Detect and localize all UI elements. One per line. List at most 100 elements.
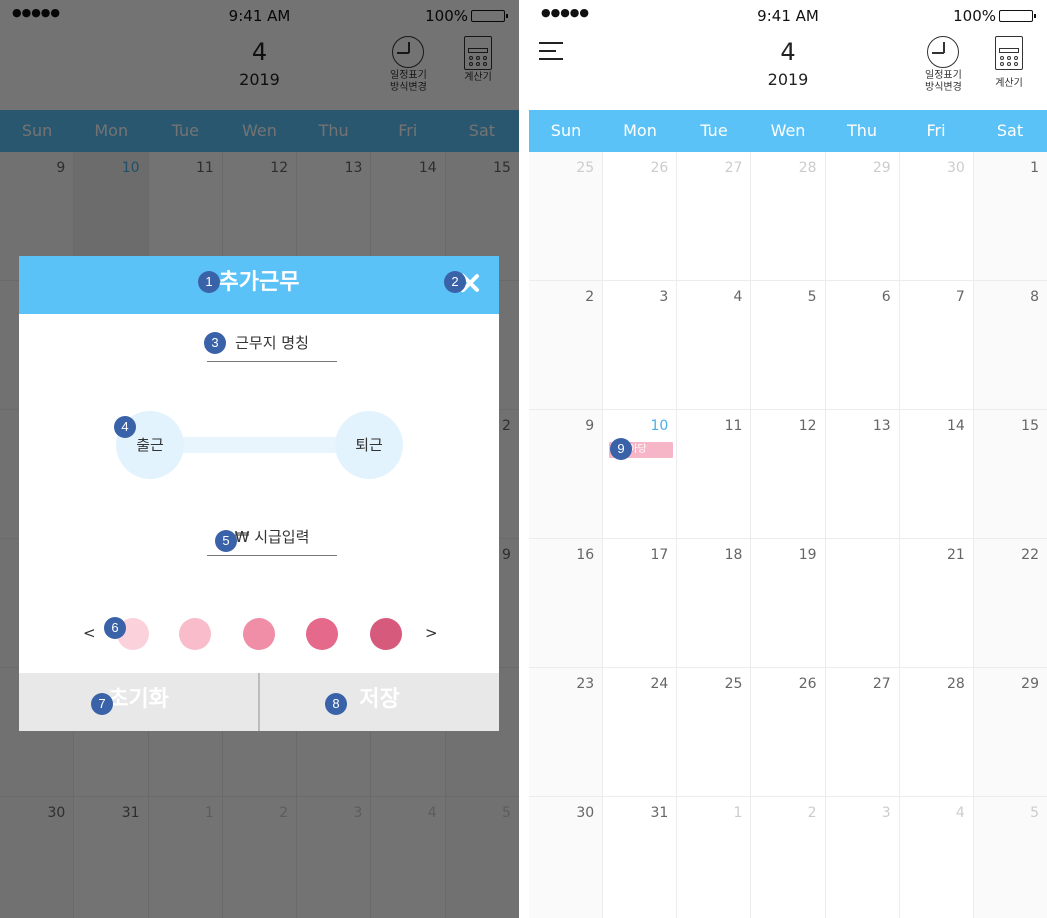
day-number: 8 <box>1030 289 1039 305</box>
battery-percent: 100% <box>953 7 996 25</box>
view-toggle-button[interactable]: 일정표기 방식변경 <box>925 36 962 94</box>
day-number: 25 <box>576 160 595 176</box>
day-number: 26 <box>798 676 817 692</box>
year-label: 2019 <box>767 70 809 89</box>
color-swatch[interactable] <box>370 618 402 650</box>
day-number: 28 <box>947 676 965 692</box>
annotation-marker: 7 <box>91 693 113 715</box>
calendar-week: 2 3 4 5 6 7 8 <box>529 281 1047 410</box>
annotation-marker: 5 <box>215 530 237 552</box>
calendar-day[interactable]: 31 <box>603 797 678 918</box>
chevron-right-icon[interactable]: > <box>425 624 438 642</box>
day-number: 21 <box>947 547 965 563</box>
calendar-day[interactable]: 2 <box>529 281 604 409</box>
calendar-day[interactable] <box>826 539 900 667</box>
calendar-day[interactable]: 28 <box>900 668 974 796</box>
weekday-label: Sat <box>996 121 1024 140</box>
calendar-header: 4 2019 일정표기 방식변경 계산기 <box>529 32 1047 110</box>
month-label: 4 <box>780 38 796 66</box>
calendar-day[interactable]: 29 <box>973 668 1047 796</box>
calendar-day[interactable]: 3 <box>826 797 900 918</box>
modal-header: 추가근무 <box>19 256 499 314</box>
color-swatch[interactable] <box>179 618 211 650</box>
battery-status: 100% <box>953 7 1036 25</box>
calendar-day[interactable]: 19 <box>751 539 826 667</box>
calculator-button[interactable]: 계산기 <box>995 36 1023 90</box>
clock-out-button[interactable]: 퇴근 <box>335 411 403 479</box>
calendar-day[interactable]: 1 <box>973 152 1047 280</box>
day-number: 10 <box>650 418 669 434</box>
color-swatch[interactable] <box>243 618 275 650</box>
modal-title: 추가근무 <box>218 270 300 295</box>
day-number: 2 <box>807 805 817 821</box>
calendar-day[interactable]: 14 <box>900 410 974 538</box>
day-number: 29 <box>1021 676 1039 692</box>
calendar-day[interactable]: 22 <box>973 539 1047 667</box>
day-number: 13 <box>872 418 891 434</box>
day-number: 16 <box>576 547 595 563</box>
day-number: 5 <box>1030 805 1039 821</box>
calendar-day[interactable]: 10 위아당 <box>603 410 678 538</box>
day-number: 4 <box>733 289 743 305</box>
view-toggle-label: 일정표기 방식변경 <box>925 70 962 93</box>
day-number: 31 <box>650 805 669 821</box>
day-number: 2 <box>585 289 595 305</box>
day-number: 12 <box>798 418 817 434</box>
calendar-day[interactable]: 26 <box>751 668 826 796</box>
calendar-day[interactable]: 28 <box>751 152 826 280</box>
calendar-day[interactable]: 11 <box>677 410 752 538</box>
calendar-day[interactable]: 2 <box>751 797 826 918</box>
day-number: 1 <box>1030 160 1039 176</box>
right-screen: ●●●●● 9:41 AM 100% 4 2019 일정표기 방식변경 계산기 … <box>529 0 1047 918</box>
calendar-day[interactable]: 12 <box>751 410 826 538</box>
calendar-day[interactable]: 6 <box>826 281 900 409</box>
calendar-day[interactable]: 3 <box>603 281 678 409</box>
calendar-week: 16 17 18 19 21 22 <box>529 539 1047 668</box>
calendar-day[interactable]: 30 <box>900 152 974 280</box>
calendar-day[interactable]: 16 <box>529 539 604 667</box>
calendar-day[interactable]: 24 <box>603 668 678 796</box>
day-number: 26 <box>650 160 669 176</box>
clock-icon <box>927 36 960 68</box>
day-number: 27 <box>872 676 891 692</box>
time-range-track <box>169 437 349 453</box>
calendar-day[interactable]: 26 <box>603 152 678 280</box>
weekday-label: Fri <box>926 121 946 140</box>
chevron-left-icon[interactable]: < <box>83 624 96 642</box>
calendar-day[interactable]: 18 <box>677 539 752 667</box>
calendar-day[interactable]: 15 <box>973 410 1047 538</box>
day-number: 22 <box>1021 547 1039 563</box>
calendar-day[interactable]: 1 <box>677 797 752 918</box>
calendar-day[interactable]: 4 <box>677 281 752 409</box>
calendar-day[interactable]: 30 <box>529 797 604 918</box>
calendar-day[interactable]: 5 <box>751 281 826 409</box>
calendar-day[interactable]: 29 <box>826 152 900 280</box>
annotation-marker: 8 <box>325 693 347 715</box>
day-number: 30 <box>576 805 595 821</box>
calendar-day[interactable]: 25 <box>529 152 604 280</box>
day-number: 28 <box>798 160 817 176</box>
reset-button[interactable]: 초기화 <box>19 673 260 731</box>
calendar-day[interactable]: 7 <box>900 281 974 409</box>
day-number: 17 <box>650 547 669 563</box>
calendar-day[interactable]: 27 <box>826 668 900 796</box>
calendar-day[interactable]: 21 <box>900 539 974 667</box>
calendar-day[interactable]: 5 <box>973 797 1047 918</box>
save-button[interactable]: 저장 <box>260 673 499 731</box>
calendar-day[interactable]: 27 <box>677 152 752 280</box>
weekday-header: Sun Mon Tue Wen Thu Fri Sat <box>529 110 1047 152</box>
place-name-input[interactable]: 근무지 명칭 <box>207 332 337 362</box>
calendar-grid: 25 26 27 28 29 30 1 2 3 4 5 6 7 8 9 10 위아당 11 12 13 14 15 16 17… <box>529 152 1047 918</box>
calendar-week: 25 26 27 28 29 30 1 <box>529 152 1047 281</box>
battery-icon <box>999 10 1036 22</box>
calendar-day[interactable]: 8 <box>973 281 1047 409</box>
calendar-day[interactable]: 23 <box>529 668 604 796</box>
color-swatch[interactable] <box>306 618 338 650</box>
calendar-day[interactable]: 17 <box>603 539 678 667</box>
calendar-day[interactable]: 4 <box>900 797 974 918</box>
annotation-marker: 4 <box>114 416 136 438</box>
calendar-day[interactable]: 9 <box>529 410 604 538</box>
calendar-day[interactable]: 13 <box>826 410 900 538</box>
calendar-day[interactable]: 25 <box>677 668 752 796</box>
weekday-label: Mon <box>623 121 657 140</box>
